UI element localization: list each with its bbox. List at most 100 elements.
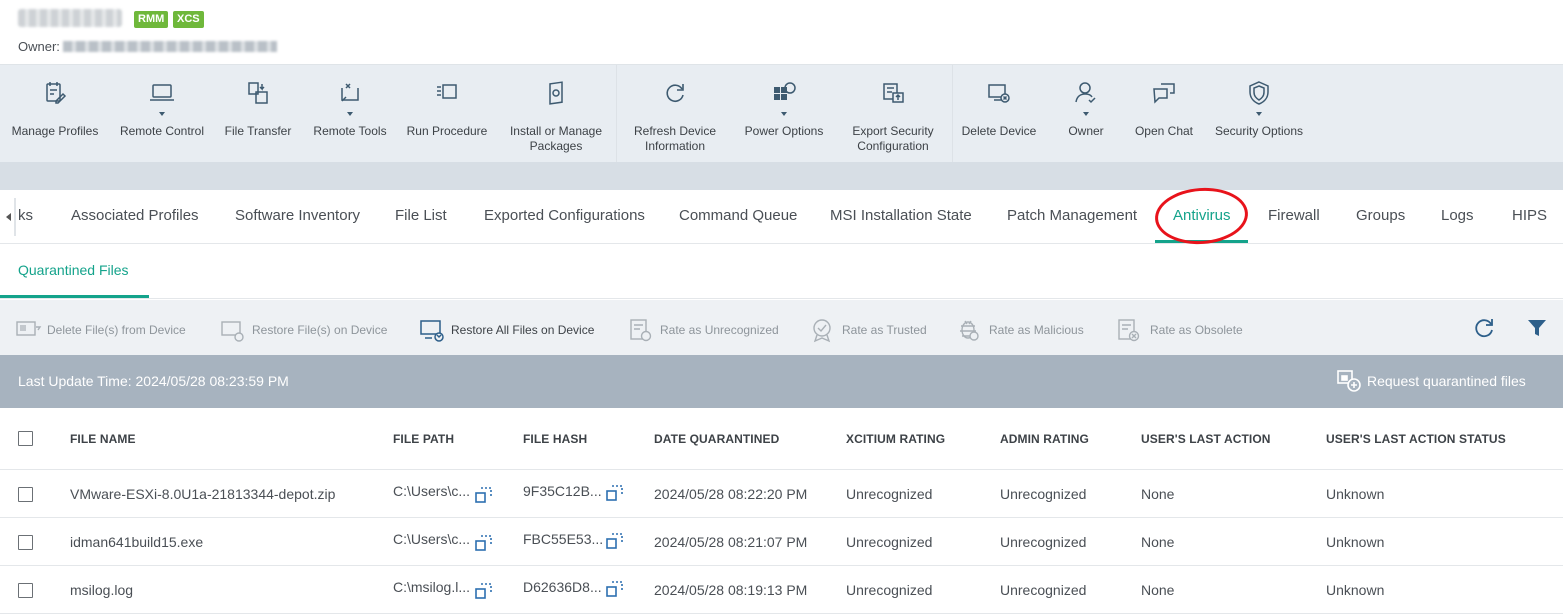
package-icon [549,81,563,105]
refresh-icon [666,84,684,102]
tab-groups[interactable]: Groups [1356,207,1405,224]
rate-obsolete-button[interactable]: Rate as Obsolete [1116,300,1250,355]
tab-command-queue[interactable]: Command Queue [679,207,797,224]
tab-software-inventory[interactable]: Software Inventory [235,207,360,224]
open-chat-button[interactable]: Open Chat [1130,65,1198,163]
security-options-button[interactable]: Security Options [1207,65,1311,163]
device-toolbar: Manage Profiles Remote Control File Tran… [0,64,1563,163]
col-file-hash[interactable]: FILE HASH [523,432,587,446]
file-path: C:\Users\c... [393,531,471,547]
table-row[interactable]: idman641build15.exe C:\Users\c... FBC55E… [0,518,1563,566]
select-all-checkbox[interactable] [18,431,33,446]
col-admin-rating[interactable]: ADMIN RATING [1000,432,1089,446]
last-update-time: Last Update Time: 2024/05/28 08:23:59 PM [18,373,289,389]
col-file-name[interactable]: FILE NAME [70,432,136,446]
date-quarantined: 2024/05/28 08:19:13 PM [654,582,808,598]
rate-unrecognized-icon [630,319,652,342]
manage-profiles-button[interactable]: Manage Profiles [2,65,108,163]
file-transfer-button[interactable]: File Transfer [216,65,300,163]
power-options-icon [774,82,796,100]
copy-path-icon[interactable] [474,533,494,553]
rmm-badge: RMM [134,11,169,28]
file-path: C:\msilog.l... [393,579,471,595]
row-checkbox[interactable] [18,583,33,598]
restore-files-button[interactable]: Restore File(s) on Device [221,300,397,355]
tab-exported-configurations[interactable]: Exported Configurations [484,207,645,224]
subtab-quarantined-files[interactable]: Quarantined Files [18,262,129,278]
remote-tools-button[interactable]: Remote Tools [304,65,396,163]
table-header: FILE NAME FILE PATH FILE HASH DATE QUARA… [0,408,1563,470]
chat-icon [1153,83,1175,104]
dropdown-caret-icon [781,112,787,116]
col-date-quarantined[interactable]: DATE QUARANTINED [654,432,779,446]
remote-control-button[interactable]: Remote Control [110,65,214,163]
tab-firewall[interactable]: Firewall [1268,207,1320,224]
date-quarantined: 2024/05/28 08:22:20 PM [654,486,808,502]
col-xcitium-rating[interactable]: XCITIUM RATING [846,432,945,446]
filter-icon[interactable] [1525,316,1549,340]
users-last-action-status: Unknown [1326,534,1385,550]
refresh-icon[interactable] [1472,316,1496,340]
rate-trusted-button[interactable]: Rate as Trusted [809,300,933,355]
active-subtab-underline [0,295,149,298]
admin-rating: Unrecognized [1000,486,1087,502]
tab-tasks[interactable]: ks [18,207,33,224]
tab-file-list[interactable]: File List [395,207,447,224]
date-quarantined: 2024/05/28 08:21:07 PM [654,534,808,550]
file-hash: D62636D8... [523,579,602,595]
refresh-device-button[interactable]: Refresh Device Information [622,65,728,163]
power-options-button[interactable]: Power Options [735,65,833,163]
table-row[interactable]: VMware-ESXi-8.0U1a-21813344-depot.zip C:… [0,470,1563,518]
delete-device-button[interactable]: Delete Device [955,65,1043,163]
request-files-icon [1337,370,1361,392]
rate-malicious-button[interactable]: Rate as Malicious [957,300,1093,355]
restore-all-files-button[interactable]: Restore All Files on Device [420,300,604,355]
export-config-icon [883,83,904,103]
toolbar-bottom-strip [0,162,1563,190]
copy-hash-icon[interactable] [605,579,625,599]
users-last-action-status: Unknown [1326,486,1385,502]
owner-value-blurred [62,41,277,52]
owner-line: Owner: [18,39,277,54]
copy-hash-icon[interactable] [605,531,625,551]
delete-files-button[interactable]: Delete File(s) from Device [16,300,196,355]
col-file-path[interactable]: FILE PATH [393,432,454,446]
restore-file-icon [221,321,244,342]
row-checkbox[interactable] [18,535,33,550]
admin-rating: Unrecognized [1000,582,1087,598]
owner-icon [1075,82,1096,104]
copy-path-icon[interactable] [474,581,494,601]
last-update-bar: Last Update Time: 2024/05/28 08:23:59 PM… [0,355,1563,408]
install-packages-button[interactable]: Install or Manage Packages [500,65,612,163]
copy-hash-icon[interactable] [605,483,625,503]
dropdown-caret-icon [347,112,353,116]
table-row[interactable]: msilog.log C:\msilog.l... D62636D8... 20… [0,566,1563,614]
delete-file-icon [16,321,42,336]
tab-scroll-left-button[interactable] [0,198,16,236]
col-users-last-action-status[interactable]: USER'S LAST ACTION STATUS [1326,432,1506,446]
antivirus-subtabs: Quarantined Files [0,244,1563,299]
run-procedure-button[interactable]: Run Procedure [399,65,495,163]
laptop-icon [150,84,174,101]
col-users-last-action[interactable]: USER'S LAST ACTION [1141,432,1271,446]
rate-unrecognized-button[interactable]: Rate as Unrecognized [628,300,786,355]
admin-rating: Unrecognized [1000,534,1087,550]
delete-device-icon [988,84,1010,103]
tab-associated-profiles[interactable]: Associated Profiles [71,207,199,224]
tab-patch-management[interactable]: Patch Management [1007,207,1137,224]
export-security-config-button[interactable]: Export Security Configuration [842,65,944,163]
users-last-action: None [1141,486,1175,502]
toolbar-separator [616,65,617,163]
tab-logs[interactable]: Logs [1441,207,1474,224]
xcitium-rating: Unrecognized [846,486,933,502]
tab-msi-installation-state[interactable]: MSI Installation State [830,207,972,224]
tab-hips[interactable]: HIPS [1512,207,1547,224]
dropdown-caret-icon [1083,112,1089,116]
owner-button[interactable]: Owner [1057,65,1115,163]
copy-path-icon[interactable] [474,485,494,505]
remote-tools-icon [341,83,359,102]
rate-trusted-icon [813,319,831,343]
device-header: RMM XCS Owner: [0,0,1563,64]
row-checkbox[interactable] [18,487,33,502]
restore-all-icon [420,320,444,342]
